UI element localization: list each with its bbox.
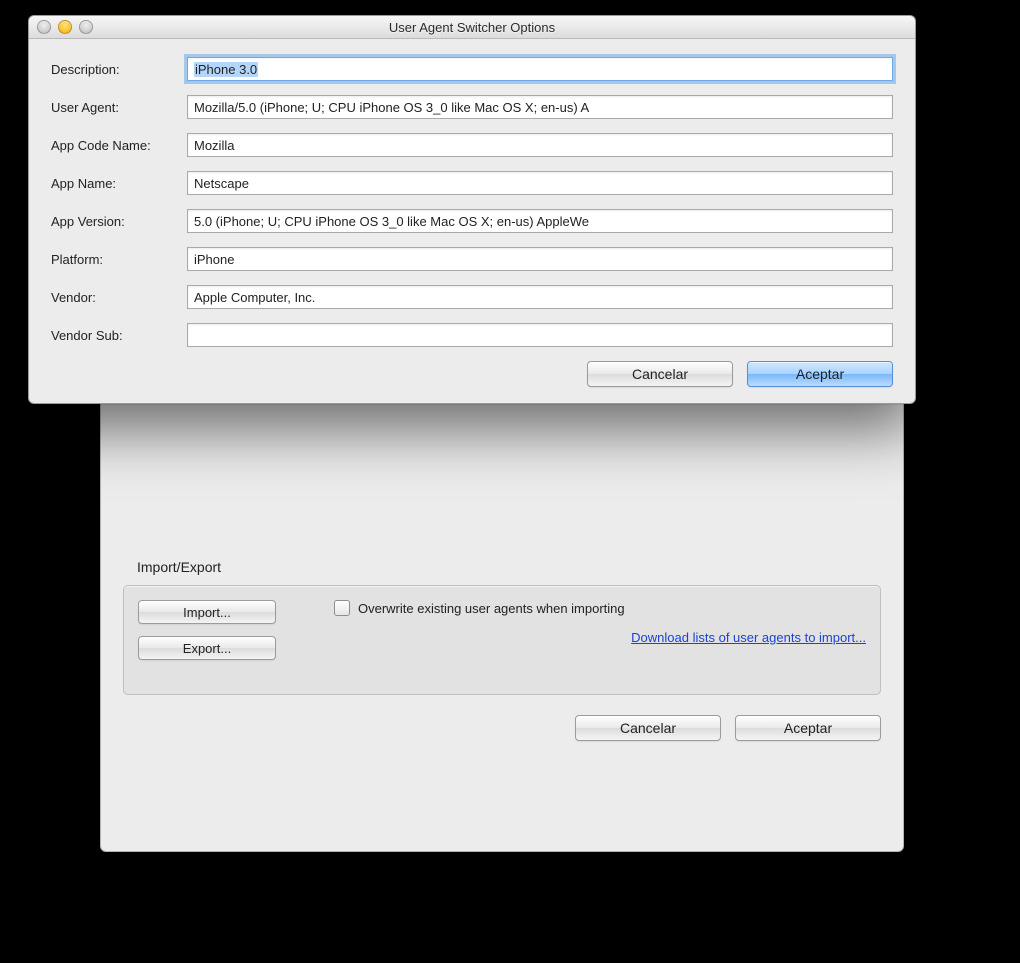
back-accept-button[interactable]: Aceptar (735, 715, 881, 741)
overwrite-label: Overwrite existing user agents when impo… (358, 601, 625, 616)
platform-input[interactable]: iPhone (187, 247, 893, 271)
import-export-title: Import/Export (137, 559, 881, 575)
user-agent-edit-dialog: User Agent Switcher Options Description:… (28, 15, 916, 404)
download-link[interactable]: Download lists of user agents to import.… (334, 630, 866, 645)
description-input[interactable]: iPhone 3.0 (187, 57, 893, 81)
app-code-name-label: App Code Name: (51, 138, 187, 153)
cancel-button[interactable]: Cancelar (587, 361, 733, 387)
export-button[interactable]: Export... (138, 636, 276, 660)
vendor-input[interactable]: Apple Computer, Inc. (187, 285, 893, 309)
user-agent-input[interactable]: Mozilla/5.0 (iPhone; U; CPU iPhone OS 3_… (187, 95, 893, 119)
accept-button[interactable]: Aceptar (747, 361, 893, 387)
overwrite-checkbox[interactable] (334, 600, 350, 616)
app-version-label: App Version: (51, 214, 187, 229)
description-label: Description: (51, 62, 187, 77)
platform-label: Platform: (51, 252, 187, 267)
app-name-input[interactable]: Netscape (187, 171, 893, 195)
dialog-title: User Agent Switcher Options (389, 20, 555, 35)
close-icon[interactable] (37, 20, 51, 34)
vendor-label: Vendor: (51, 290, 187, 305)
app-code-name-input[interactable]: Mozilla (187, 133, 893, 157)
back-cancel-button[interactable]: Cancelar (575, 715, 721, 741)
zoom-icon[interactable] (79, 20, 93, 34)
app-version-input[interactable]: 5.0 (iPhone; U; CPU iPhone OS 3_0 like M… (187, 209, 893, 233)
user-agent-label: User Agent: (51, 100, 187, 115)
app-name-label: App Name: (51, 176, 187, 191)
vendor-sub-input[interactable] (187, 323, 893, 347)
vendor-sub-label: Vendor Sub: (51, 328, 187, 343)
titlebar: User Agent Switcher Options (29, 16, 915, 39)
import-export-group: Import... Export... Overwrite existing u… (123, 585, 881, 695)
import-button[interactable]: Import... (138, 600, 276, 624)
minimize-icon[interactable] (58, 20, 72, 34)
